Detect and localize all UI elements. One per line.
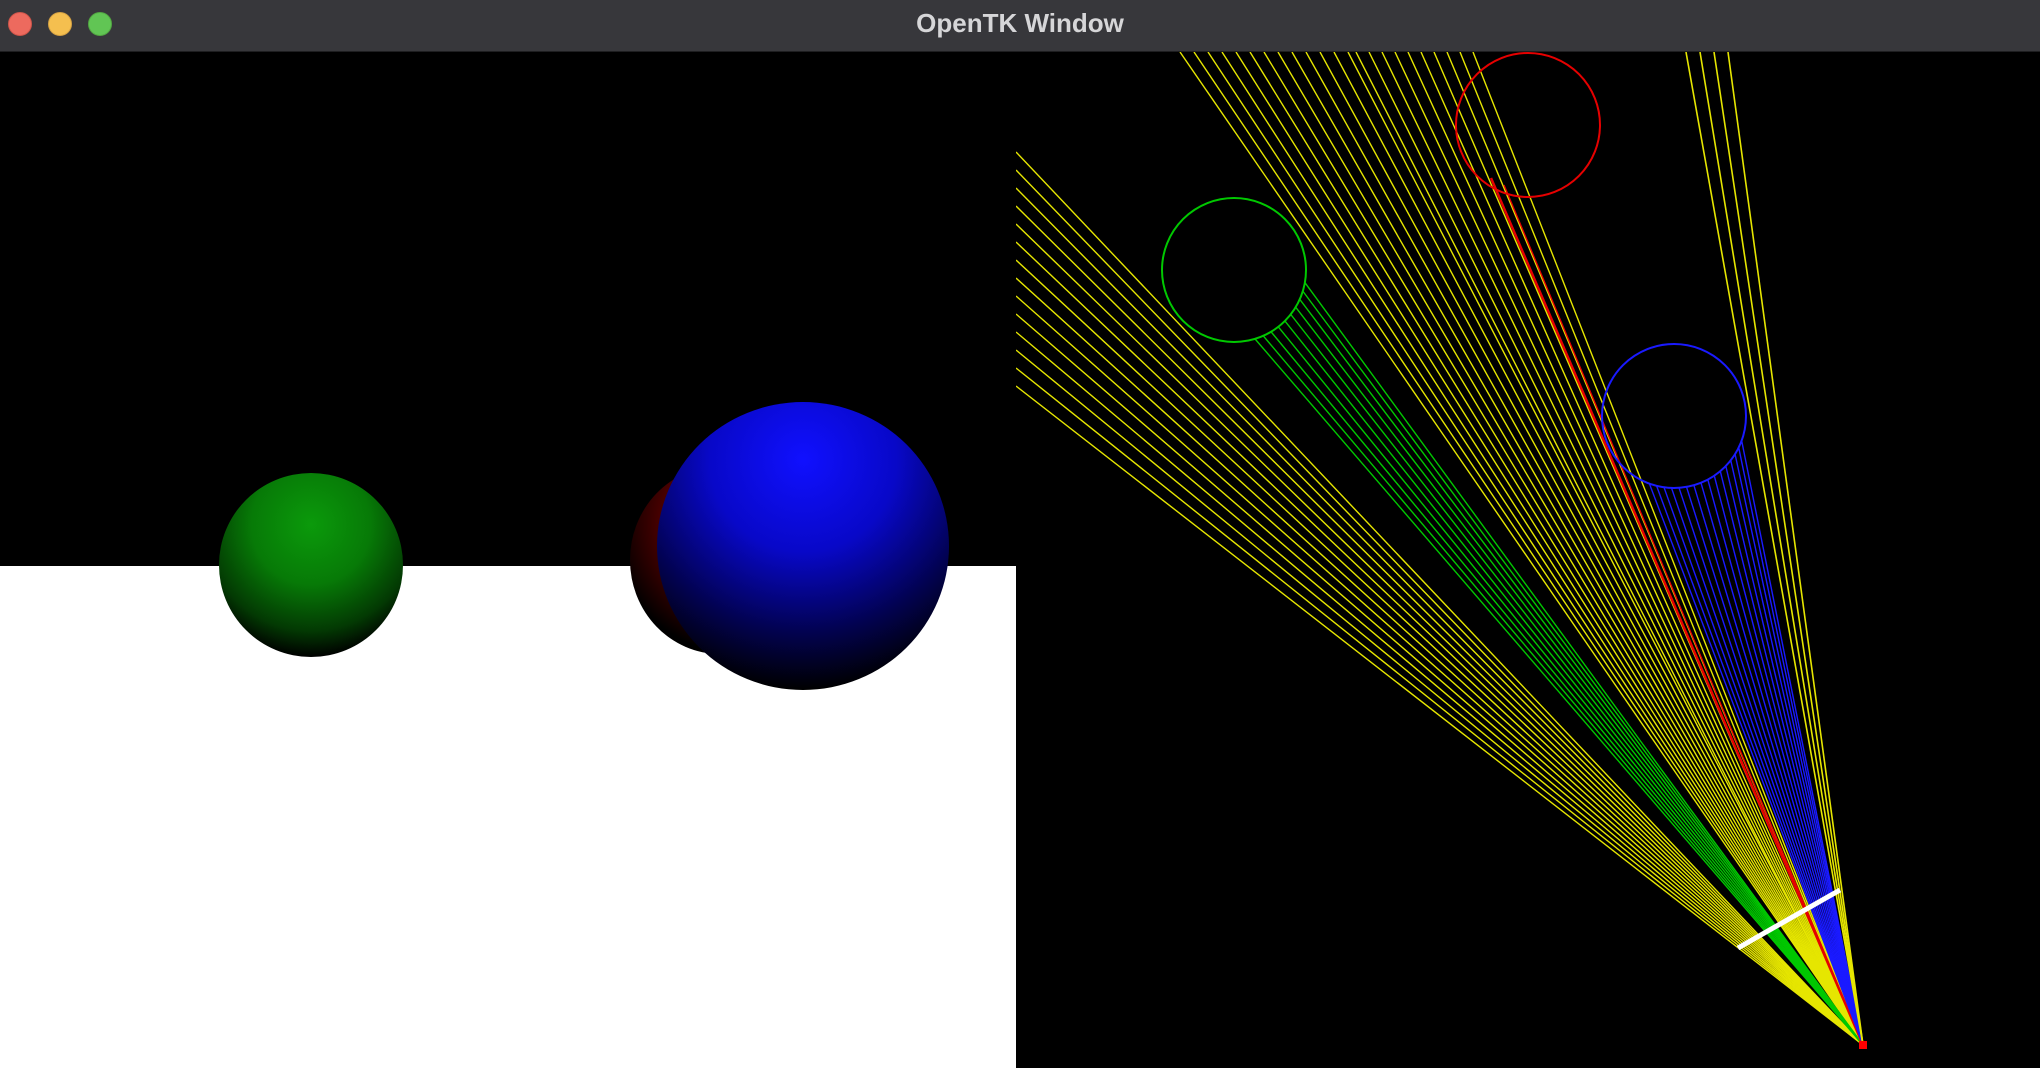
ray-yellow <box>1381 52 1864 1046</box>
ray-red <box>1503 184 1864 1046</box>
ray-yellow <box>1394 52 1864 1046</box>
green-circle <box>1161 197 1307 343</box>
blue-sphere <box>657 402 949 690</box>
ray-yellow <box>1347 52 1864 1046</box>
ray-red <box>1489 177 1865 1046</box>
ray-yellow <box>1263 52 1864 1046</box>
ray-yellow <box>1016 187 1864 1046</box>
ray-yellow <box>1016 295 1864 1046</box>
ray-yellow <box>1016 151 1864 1046</box>
render-scene <box>0 52 1016 1068</box>
ray-green <box>1277 326 1864 1046</box>
ray-yellow <box>1235 52 1864 1046</box>
ray-yellow <box>1333 52 1864 1046</box>
blue-circle <box>1601 343 1747 489</box>
window-title: OpenTK Window <box>916 8 1124 38</box>
ray-yellow <box>1291 52 1864 1046</box>
ray-yellow <box>1221 52 1864 1046</box>
ray-diagram <box>1016 52 1867 1049</box>
ray-yellow <box>1249 52 1864 1046</box>
ray-yellow <box>1305 52 1864 1046</box>
gl-canvas[interactable] <box>0 52 2040 1068</box>
title-bar[interactable]: OpenTK Window <box>0 0 2040 52</box>
ray-yellow <box>1016 367 1864 1046</box>
ray-green <box>1290 313 1864 1046</box>
ray-blue <box>1707 479 1864 1046</box>
ray-yellow <box>1179 52 1864 1046</box>
ray-yellow <box>1355 52 1864 1046</box>
ray-yellow <box>1472 52 1864 1046</box>
camera-origin <box>1859 1041 1867 1049</box>
ray-yellow <box>1016 313 1864 1046</box>
ray-yellow <box>1016 169 1864 1046</box>
ray-yellow <box>1016 223 1864 1046</box>
ray-diagram-viewport <box>1016 52 2040 1068</box>
ray-green <box>1302 290 1864 1046</box>
green-sphere <box>219 473 403 657</box>
ray-green <box>1284 320 1864 1046</box>
ray-lines <box>1016 52 1865 1046</box>
app-window: OpenTK Window <box>0 0 2040 1068</box>
ray-yellow <box>1207 52 1864 1046</box>
ray-yellow <box>1459 52 1864 1046</box>
ray-green <box>1254 338 1864 1046</box>
render-viewport <box>0 52 1016 1068</box>
